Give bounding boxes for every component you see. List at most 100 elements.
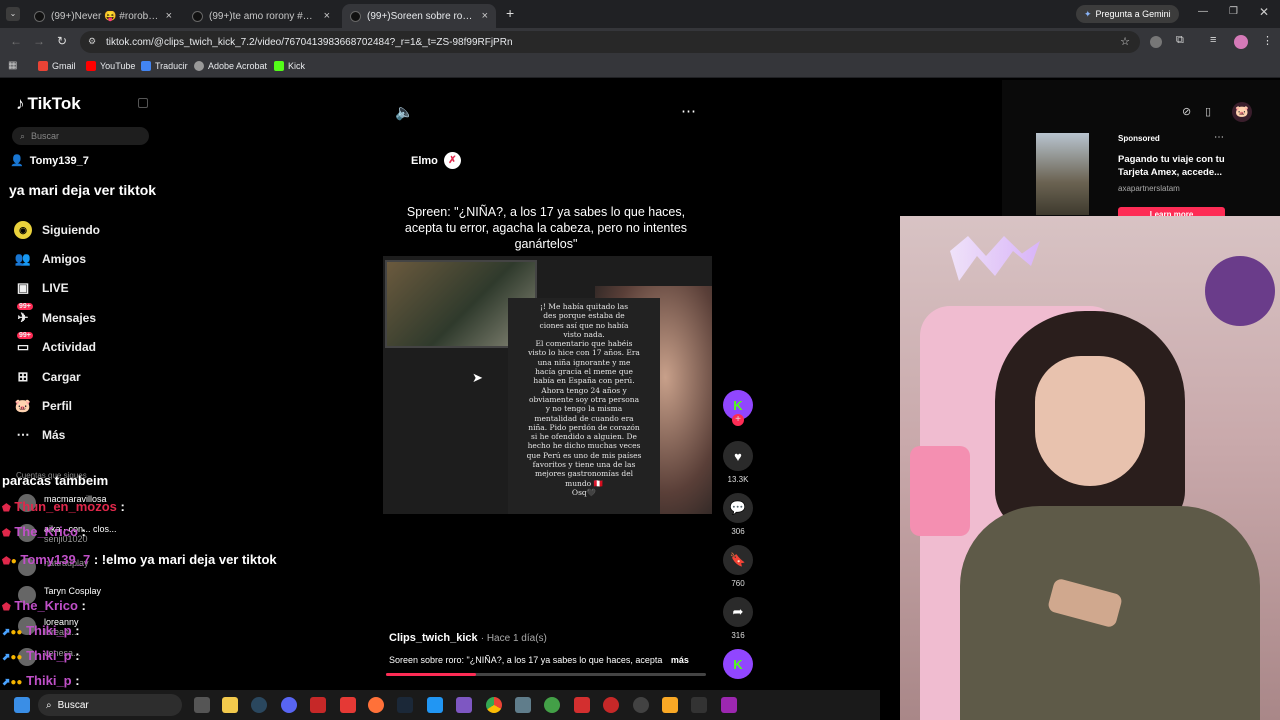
ad-options-icon[interactable]: ⋯ — [1214, 132, 1224, 143]
bookmark-translate[interactable]: Traducir — [141, 61, 188, 71]
browser-tab-3[interactable]: (99+)Soreen sobre roro: "¿NIÑ... × — [342, 4, 496, 28]
browser-tab-strip: ⌄ (99+)Never 😝 #rorobo... × (99+)te amo … — [0, 0, 1280, 28]
collapse-sidebar-icon[interactable] — [138, 98, 148, 108]
browser-tab-1[interactable]: (99+)Never 😝 #rorobo... × — [26, 4, 180, 28]
account-row[interactable]: 👤 Tomy139_7 — [10, 154, 89, 168]
nav-friends[interactable]: 👥 Amigos — [14, 250, 86, 268]
follow-plus-icon[interactable]: + — [732, 414, 744, 426]
ad-text[interactable]: Pagando tu viaje con tu Tarjeta Amex, ac… — [1118, 153, 1230, 179]
discord-icon[interactable] — [281, 697, 297, 713]
statement-line: y no tengo la misma — [545, 404, 623, 414]
back-icon[interactable]: ← — [10, 34, 22, 48]
puzzle-icon[interactable]: ⧉ — [1176, 34, 1184, 47]
statement-line: que Perú es uno de mis países — [526, 450, 642, 460]
video-options-icon[interactable]: ⋯ — [681, 102, 697, 120]
sound-avatar[interactable]: K — [722, 649, 754, 683]
bookmark-star-icon[interactable]: ☆ — [1120, 35, 1130, 48]
tiktok-favicon-icon — [192, 10, 203, 22]
address-bar[interactable]: ⚙ tiktok.com/@clips_twich_kick_7.2/video… — [80, 31, 1140, 53]
volume-icon[interactable]: 🔈 — [395, 103, 414, 121]
ad-thumbnail[interactable] — [1036, 133, 1089, 215]
restore-icon[interactable]: ❐ — [1229, 6, 1238, 17]
gemini-button[interactable]: ✦ Pregunta a Gemini — [1076, 5, 1179, 23]
app-icon[interactable] — [340, 697, 356, 713]
share-button[interactable]: ➦ 316 — [722, 597, 754, 640]
microphone — [910, 446, 970, 536]
profile-avatar-icon[interactable]: 🐷 — [1232, 102, 1252, 122]
app-icon[interactable] — [456, 697, 472, 713]
statement-line: hecho he dicho muchas veces — [527, 441, 641, 451]
bookmark-kick[interactable]: Kick — [274, 61, 305, 71]
app-icon[interactable] — [574, 697, 590, 713]
save-button[interactable]: 🔖 760 — [722, 545, 754, 588]
app-icon[interactable] — [603, 697, 619, 713]
video-progress-track[interactable] — [386, 673, 706, 676]
task-view-icon[interactable] — [194, 697, 210, 713]
windows-start-icon[interactable] — [14, 697, 30, 713]
site-info-icon[interactable]: ⚙ — [88, 36, 96, 47]
music-disc-icon: K — [723, 649, 753, 679]
close-tab-icon[interactable]: × — [482, 10, 488, 22]
close-tab-icon[interactable]: × — [324, 10, 330, 22]
tab-search-icon[interactable]: ⌄ — [6, 7, 20, 21]
kick-icon — [274, 61, 284, 71]
app-icon[interactable] — [662, 697, 678, 713]
explore-icon[interactable]: ⊘ — [1182, 105, 1191, 118]
extension-icon[interactable] — [1150, 36, 1162, 48]
sub-badge-icon: ●● — [10, 652, 23, 663]
file-explorer-icon[interactable] — [222, 697, 238, 713]
ad-account[interactable]: axapartnerslatam — [1118, 184, 1180, 193]
steam-icon[interactable] — [251, 697, 267, 713]
app-icon[interactable] — [515, 697, 531, 713]
streamer-face — [1035, 356, 1145, 486]
video-progress-fill — [386, 673, 476, 676]
comment-button[interactable]: 💬 306 — [722, 493, 754, 536]
creator-avatar[interactable]: K + — [722, 390, 754, 426]
forward-icon[interactable]: → — [33, 34, 45, 48]
app-icon[interactable] — [544, 697, 560, 713]
app-icon[interactable] — [633, 697, 649, 713]
tiktok-favicon-icon — [350, 10, 361, 22]
nav-upload[interactable]: ⊞ Cargar — [14, 368, 81, 386]
app-icon[interactable] — [310, 697, 326, 713]
like-button[interactable]: ♥ 13.3K — [722, 441, 754, 484]
apps-icon[interactable]: ▦ — [8, 60, 17, 71]
nav-live[interactable]: ▣ LIVE — [14, 279, 69, 297]
statement-line: ciones así que no había — [539, 320, 629, 330]
browser-tab-2[interactable]: (99+)te amo rorony #paratiiiii × — [184, 4, 338, 28]
bookmark-youtube[interactable]: YouTube — [86, 61, 135, 71]
bookmark-gmail[interactable]: Gmail — [38, 61, 76, 71]
nav-more[interactable]: ⋯ Más — [14, 426, 66, 444]
video-player[interactable]: ¡! Me había quitado las des porque estaba… — [383, 256, 712, 514]
app-icon[interactable] — [721, 697, 737, 713]
statement-line: niña. Pido perdón de corazón — [528, 422, 640, 432]
bookmark-icon: 🔖 — [723, 545, 753, 575]
minimize-icon[interactable]: — — [1198, 6, 1208, 17]
close-tab-icon[interactable]: × — [166, 10, 172, 22]
nav-messages[interactable]: ✈ 99+ Mensajes — [14, 303, 96, 327]
steam-client-icon[interactable] — [397, 697, 413, 713]
tiktok-logo[interactable]: ♪ TikTok — [16, 94, 81, 114]
nav-following[interactable]: ◉ Siguiendo — [14, 221, 100, 239]
app-icon[interactable] — [427, 697, 443, 713]
chrome-icon[interactable] — [486, 697, 502, 713]
statement-line: mentalidad de cuando era — [534, 413, 634, 423]
nav-activity[interactable]: ▭ 99+ Actividad — [14, 332, 96, 356]
video-author[interactable]: Clips_twich_kick · Hace 1 día(s) — [389, 632, 547, 644]
menu-icon[interactable]: ⋮ — [1262, 34, 1273, 47]
device-icon[interactable]: ▯ — [1205, 105, 1211, 118]
taskbar-search[interactable]: ⌕ Buscar — [38, 694, 182, 716]
media-icon[interactable]: ≡ — [1210, 34, 1216, 46]
reload-icon[interactable]: ↻ — [57, 34, 67, 48]
search-input[interactable]: ⌕ Buscar — [12, 127, 149, 145]
bookmark-adobe[interactable]: Adobe Acrobat — [194, 61, 267, 71]
more-link[interactable]: más — [671, 655, 689, 665]
firefox-icon[interactable] — [368, 697, 384, 713]
new-tab-button[interactable]: + — [506, 5, 514, 21]
epic-games-icon[interactable] — [691, 697, 707, 713]
profile-avatar[interactable] — [1234, 35, 1248, 49]
nav-profile[interactable]: 🐷 Perfil — [14, 397, 72, 415]
close-window-icon[interactable]: ✕ — [1259, 5, 1269, 19]
sub-badge-icon: ●● — [10, 627, 23, 638]
badge-icon: ⬟ — [2, 556, 11, 567]
